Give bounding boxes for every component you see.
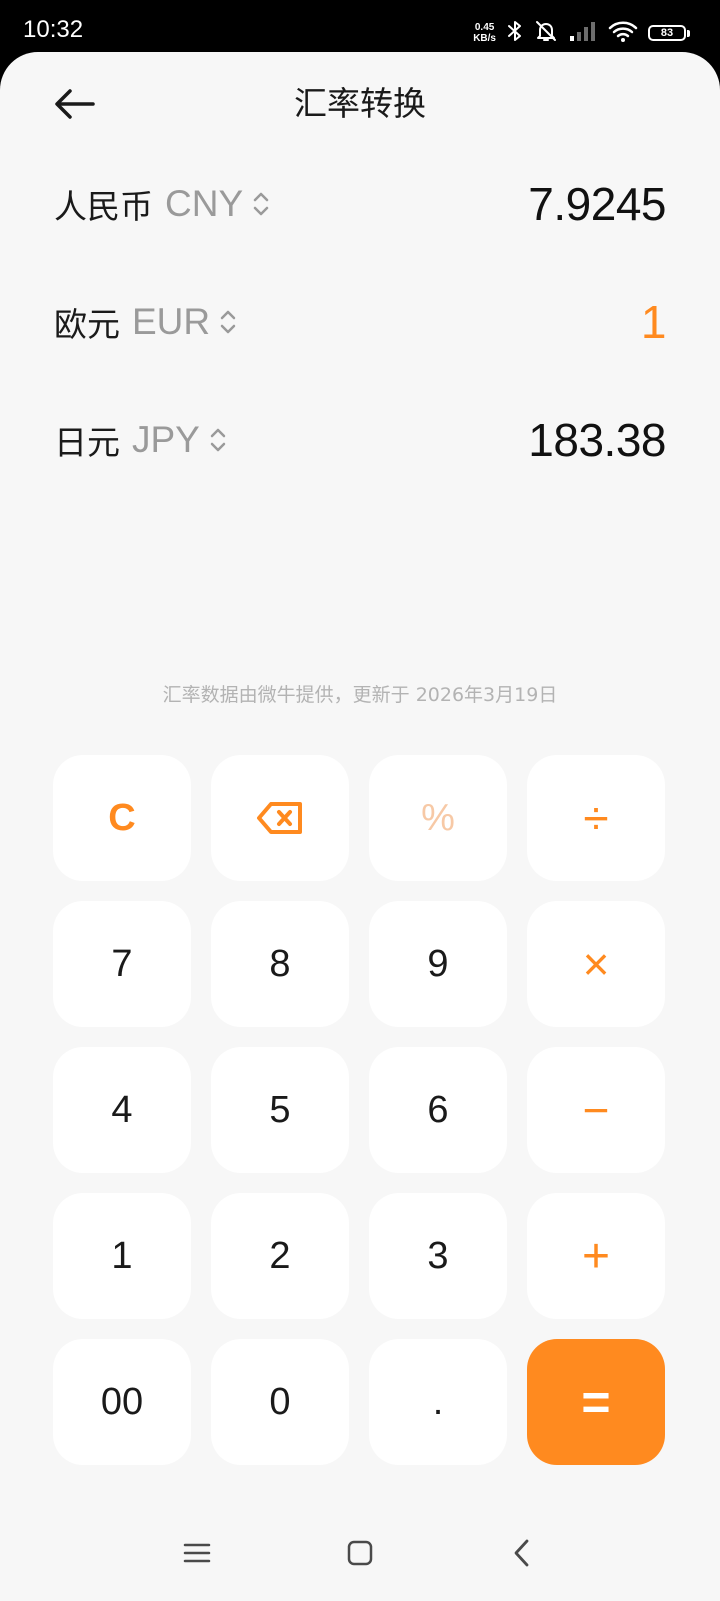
home-icon bbox=[347, 1540, 373, 1566]
chevron-up-down-icon bbox=[219, 307, 237, 337]
digit-5-label: 5 bbox=[269, 1088, 291, 1131]
keypad: C % ÷ 7 8 9 × 4 5 6 − 1 2 3 + 00 0 . = bbox=[53, 755, 667, 1465]
digit-2-label: 2 bbox=[269, 1234, 291, 1277]
wifi-icon bbox=[608, 19, 638, 47]
digit-8-button[interactable]: 8 bbox=[211, 901, 349, 1027]
currency-row-cny[interactable]: 人民币 CNY 7.9245 bbox=[54, 169, 666, 239]
digit-9-button[interactable]: 9 bbox=[369, 901, 507, 1027]
currency-code: JPY bbox=[132, 419, 200, 460]
digit-9-label: 9 bbox=[427, 942, 449, 985]
divide-label: ÷ bbox=[583, 792, 609, 844]
menu-icon bbox=[183, 1543, 211, 1563]
decimal-label: . bbox=[432, 1380, 444, 1423]
back-icon bbox=[514, 1539, 529, 1567]
alarm-off-icon bbox=[534, 19, 558, 47]
backspace-icon bbox=[257, 802, 302, 834]
chevron-up-down-icon bbox=[209, 425, 227, 455]
network-speed-value: 0.45 bbox=[474, 22, 495, 33]
digit-8-label: 8 bbox=[269, 942, 291, 985]
equals-button[interactable]: = bbox=[527, 1339, 665, 1465]
currency-selector[interactable]: 人民币 CNY bbox=[54, 180, 270, 228]
chevron-up-down-icon bbox=[252, 189, 270, 219]
network-speed: 0.45 KB/s bbox=[473, 22, 496, 44]
status-bar: 10:32 0.45 KB/s 83 bbox=[0, 0, 720, 52]
multiply-button[interactable]: × bbox=[527, 901, 665, 1027]
divide-button[interactable]: ÷ bbox=[527, 755, 665, 881]
home-button[interactable] bbox=[333, 1528, 387, 1578]
digit-7-label: 7 bbox=[111, 942, 133, 985]
currency-row-eur[interactable]: 欧元 EUR 1 bbox=[54, 287, 667, 357]
digit-2-button[interactable]: 2 bbox=[211, 1193, 349, 1319]
digit-7-button[interactable]: 7 bbox=[53, 901, 191, 1027]
battery-icon: 83 bbox=[648, 23, 690, 43]
rate-source-note: 汇率数据由微牛提供，更新于 2026年3月19日 bbox=[162, 684, 558, 706]
system-nav-bar bbox=[0, 1518, 720, 1588]
backspace-button[interactable] bbox=[211, 755, 349, 881]
page-title: 汇率转换 bbox=[294, 84, 426, 123]
digit-0-label: 0 bbox=[269, 1380, 291, 1423]
status-time: 10:32 bbox=[23, 16, 84, 43]
double-zero-label: 00 bbox=[100, 1380, 144, 1423]
digit-4-label: 4 bbox=[111, 1088, 133, 1131]
plus-label: + bbox=[581, 1229, 611, 1283]
percent-button[interactable]: % bbox=[369, 755, 507, 881]
currency-name: 人民币 bbox=[54, 187, 153, 226]
recents-button[interactable] bbox=[170, 1528, 224, 1578]
signal-icon bbox=[568, 20, 598, 46]
currency-value-active[interactable]: 1 bbox=[641, 295, 667, 349]
multiply-label: × bbox=[582, 938, 610, 990]
currency-row-jpy[interactable]: 日元 JPY 183.38 bbox=[54, 405, 666, 475]
minus-label: − bbox=[582, 1084, 610, 1136]
app-screen: 汇率转换 人民币 CNY 7.9245 欧元 EUR 1 日元 JPY 183.… bbox=[0, 52, 720, 1601]
digit-1-button[interactable]: 1 bbox=[53, 1193, 191, 1319]
digit-5-button[interactable]: 5 bbox=[211, 1047, 349, 1173]
network-speed-unit: KB/s bbox=[473, 33, 496, 44]
double-zero-button[interactable]: 00 bbox=[53, 1339, 191, 1465]
minus-button[interactable]: − bbox=[527, 1047, 665, 1173]
plus-button[interactable]: + bbox=[527, 1193, 665, 1319]
battery-level: 83 bbox=[648, 25, 686, 41]
clear-label: C bbox=[108, 796, 136, 839]
currency-selector[interactable]: 欧元 EUR bbox=[54, 298, 237, 346]
digit-6-label: 6 bbox=[427, 1088, 449, 1131]
currency-value[interactable]: 183.38 bbox=[528, 413, 666, 467]
decimal-button[interactable]: . bbox=[369, 1339, 507, 1465]
currency-code: EUR bbox=[132, 301, 211, 342]
status-icons: 0.45 KB/s 83 bbox=[473, 20, 690, 46]
digit-6-button[interactable]: 6 bbox=[369, 1047, 507, 1173]
bluetooth-icon bbox=[506, 19, 524, 47]
currency-name: 日元 bbox=[54, 423, 120, 462]
currency-name: 欧元 bbox=[54, 305, 120, 344]
digit-3-button[interactable]: 3 bbox=[369, 1193, 507, 1319]
clear-button[interactable]: C bbox=[53, 755, 191, 881]
currency-selector[interactable]: 日元 JPY bbox=[54, 416, 227, 464]
digit-0-button[interactable]: 0 bbox=[211, 1339, 349, 1465]
system-back-button[interactable] bbox=[495, 1528, 549, 1578]
battery-tip bbox=[687, 29, 690, 37]
currency-value[interactable]: 7.9245 bbox=[528, 177, 666, 231]
digit-3-label: 3 bbox=[427, 1234, 449, 1277]
digit-4-button[interactable]: 4 bbox=[53, 1047, 191, 1173]
equals-label: = bbox=[581, 1374, 611, 1430]
percent-label: % bbox=[421, 796, 455, 839]
currency-code: CNY bbox=[165, 183, 244, 224]
digit-1-label: 1 bbox=[111, 1234, 133, 1277]
